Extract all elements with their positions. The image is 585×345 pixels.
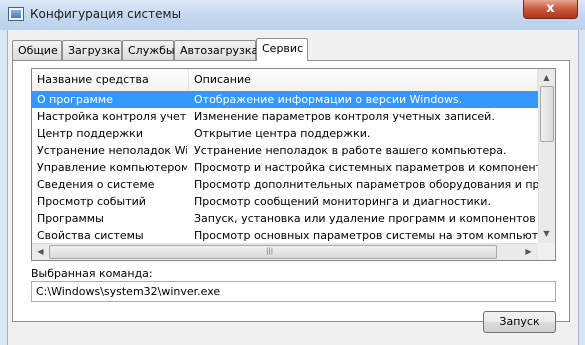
- tools-list[interactable]: Название средства Описание О программе О…: [31, 68, 556, 261]
- tab-general[interactable]: Общие: [12, 40, 62, 60]
- item-description: Просмотр и настройка системных параметро…: [194, 161, 538, 174]
- item-name: Управление компьютером: [37, 161, 187, 174]
- app-icon: [8, 7, 24, 21]
- scroll-up-icon[interactable]: ▲: [539, 70, 554, 85]
- item-name: Сведения о системе: [37, 178, 155, 191]
- item-description: Просмотр сообщений мониторинга и диагнос…: [194, 195, 491, 208]
- scroll-right-icon[interactable]: ▶: [521, 244, 536, 259]
- item-description: Открытие центра поддержки.: [194, 127, 371, 140]
- list-item[interactable]: Просмотр событий Просмотр сообщений мони…: [32, 193, 538, 210]
- vertical-scroll-thumb[interactable]: [540, 86, 554, 142]
- item-description: Изменение параметров контроля учетных за…: [194, 110, 495, 123]
- close-button[interactable]: x: [523, 0, 578, 19]
- list-header: Название средства Описание: [32, 69, 555, 92]
- selected-command-label: Выбранная команда:: [31, 267, 153, 280]
- list-item[interactable]: Управление компьютером Просмотр и настро…: [32, 159, 538, 176]
- item-name: Настройка контроля учетн...: [37, 110, 187, 123]
- system-configuration-window: Конфигурация системы x Общие Загрузка Сл…: [0, 0, 585, 345]
- item-description: Устранение неполадок в работе вашего ком…: [194, 144, 507, 157]
- item-description: Просмотр основных параметров системы на …: [194, 229, 538, 242]
- item-description: Запуск, установка или удаление программ …: [194, 212, 538, 225]
- scroll-down-icon[interactable]: ▼: [539, 226, 554, 241]
- list-item[interactable]: Программы Запуск, установка или удаление…: [32, 210, 538, 227]
- scrollbar-corner: [538, 243, 555, 260]
- run-button[interactable]: Запуск: [483, 311, 556, 333]
- item-name: Просмотр событий: [37, 195, 146, 208]
- grip-icon: |||: [266, 247, 274, 255]
- window-title: Конфигурация системы: [30, 7, 182, 21]
- list-item[interactable]: Настройка контроля учетн... Изменение па…: [32, 108, 538, 125]
- item-name: Устранение неполадок Win...: [37, 144, 187, 157]
- tab-services[interactable]: Службы: [122, 40, 175, 60]
- list-item[interactable]: Центр поддержки Открытие центра поддержк…: [32, 125, 538, 142]
- list-item[interactable]: Свойства системы Просмотр основных парам…: [32, 227, 538, 244]
- selected-command-field[interactable]: C:\Windows\system32\winver.exe: [31, 281, 556, 302]
- item-description: Просмотр дополнительных параметров обору…: [194, 178, 538, 191]
- vertical-scrollbar[interactable]: ▲ ▼: [538, 69, 555, 243]
- scroll-left-icon[interactable]: ◀: [33, 244, 48, 259]
- tab-boot[interactable]: Загрузка: [62, 40, 122, 60]
- list-item[interactable]: О программе Отображение информации о вер…: [32, 91, 538, 108]
- item-description: Отображение информации о версии Windows.: [194, 93, 463, 106]
- column-header-name[interactable]: Название средства: [32, 69, 189, 91]
- list-item[interactable]: Сведения о системе Просмотр дополнительн…: [32, 176, 538, 193]
- tab-startup[interactable]: Автозагрузка: [174, 40, 258, 60]
- item-name: Центр поддержки: [37, 127, 143, 140]
- title-bar[interactable]: Конфигурация системы x: [0, 0, 585, 30]
- tab-tools[interactable]: Сервис: [256, 38, 308, 61]
- item-name: Свойства системы: [37, 229, 144, 242]
- list-item[interactable]: Устранение неполадок Win... Устранение н…: [32, 142, 538, 159]
- item-name: О программе: [37, 93, 113, 106]
- item-name: Программы: [37, 212, 104, 225]
- horizontal-scroll-thumb[interactable]: |||: [49, 245, 497, 259]
- horizontal-scrollbar[interactable]: ◀ ||| ▶: [32, 243, 538, 260]
- column-header-description[interactable]: Описание: [189, 69, 538, 91]
